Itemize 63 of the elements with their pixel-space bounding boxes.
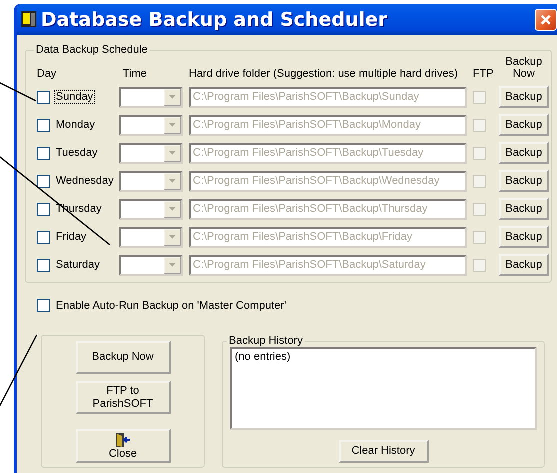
dropdown-arrow-icon [169,95,176,99]
dropdown-arrow-icon [169,235,176,239]
history-entry: (no entries) [235,351,292,363]
time-dropdown[interactable] [119,254,183,276]
column-header: Hard drive folder (Suggestion: use multiple hard drives) [189,68,460,80]
day-label: Sunday [55,91,94,103]
day-label: Friday [55,231,88,243]
app-icon [21,11,37,28]
time-dropdown[interactable] [119,142,183,164]
auto-run-label: Enable Auto-Run Backup on 'Master Computer' [56,300,286,312]
day-checkbox[interactable] [37,174,50,188]
door-exit-icon [115,432,131,448]
day-checkbox[interactable] [37,202,50,216]
time-dropdown[interactable] [119,170,183,192]
backup-button[interactable]: Backup [499,142,549,164]
dropdown-arrow-icon [169,207,176,211]
day-label: Monday [55,119,96,131]
leader-line [0,334,38,406]
day-checkbox[interactable] [37,146,50,160]
column-header: Time [122,68,148,80]
day-label: Tuesday [55,147,99,159]
day-label: Wednesday [55,175,115,187]
backup-button[interactable]: Backup [499,226,549,248]
history-list[interactable]: (no entries) [230,347,537,430]
backup-button[interactable]: Backup [499,170,549,192]
time-dropdown[interactable] [119,198,183,220]
leader-line [0,82,36,102]
column-header: Backup Now [504,56,544,80]
backup-button[interactable]: Backup [499,198,549,220]
group-title: Data Backup Schedule [35,44,149,56]
column-header: FTP [473,68,493,80]
dropdown-arrow-icon [169,123,176,127]
close-button[interactable] [535,8,557,30]
action-button[interactable]: Backup Now [76,341,170,374]
day-checkbox[interactable] [37,90,50,104]
column-header: Day [37,68,58,80]
ftp-checkbox[interactable] [473,258,486,272]
time-dropdown[interactable] [119,86,183,108]
backup-button[interactable]: Backup [499,114,549,136]
close-icon [540,14,552,26]
backup-button[interactable]: Backup [499,86,549,108]
time-dropdown[interactable] [119,114,183,136]
day-label: Saturday [55,259,102,271]
day-checkbox[interactable] [37,230,50,244]
dropdown-arrow-icon [169,263,176,267]
window-title: Database Backup and Scheduler [41,8,388,30]
ftp-checkbox[interactable] [473,202,486,216]
ftp-checkbox[interactable] [473,90,486,104]
ftp-checkbox[interactable] [473,146,486,160]
day-checkbox[interactable] [37,118,50,132]
auto-run-checkbox[interactable] [37,299,50,312]
day-checkbox[interactable] [37,258,50,272]
close-dialog-button[interactable]: Close [76,429,170,463]
backup-button[interactable]: Backup [499,254,549,276]
dropdown-arrow-icon [169,151,176,155]
dropdown-arrow-icon [169,179,176,183]
ftp-checkbox[interactable] [473,118,486,132]
time-dropdown[interactable] [119,226,183,248]
clear-history-button[interactable]: Clear History [338,440,428,463]
ftp-checkbox[interactable] [473,230,486,244]
ftp-checkbox[interactable] [473,174,486,188]
group-title: Backup History [228,335,304,347]
action-button[interactable]: FTP to ParishSOFT [76,381,170,414]
